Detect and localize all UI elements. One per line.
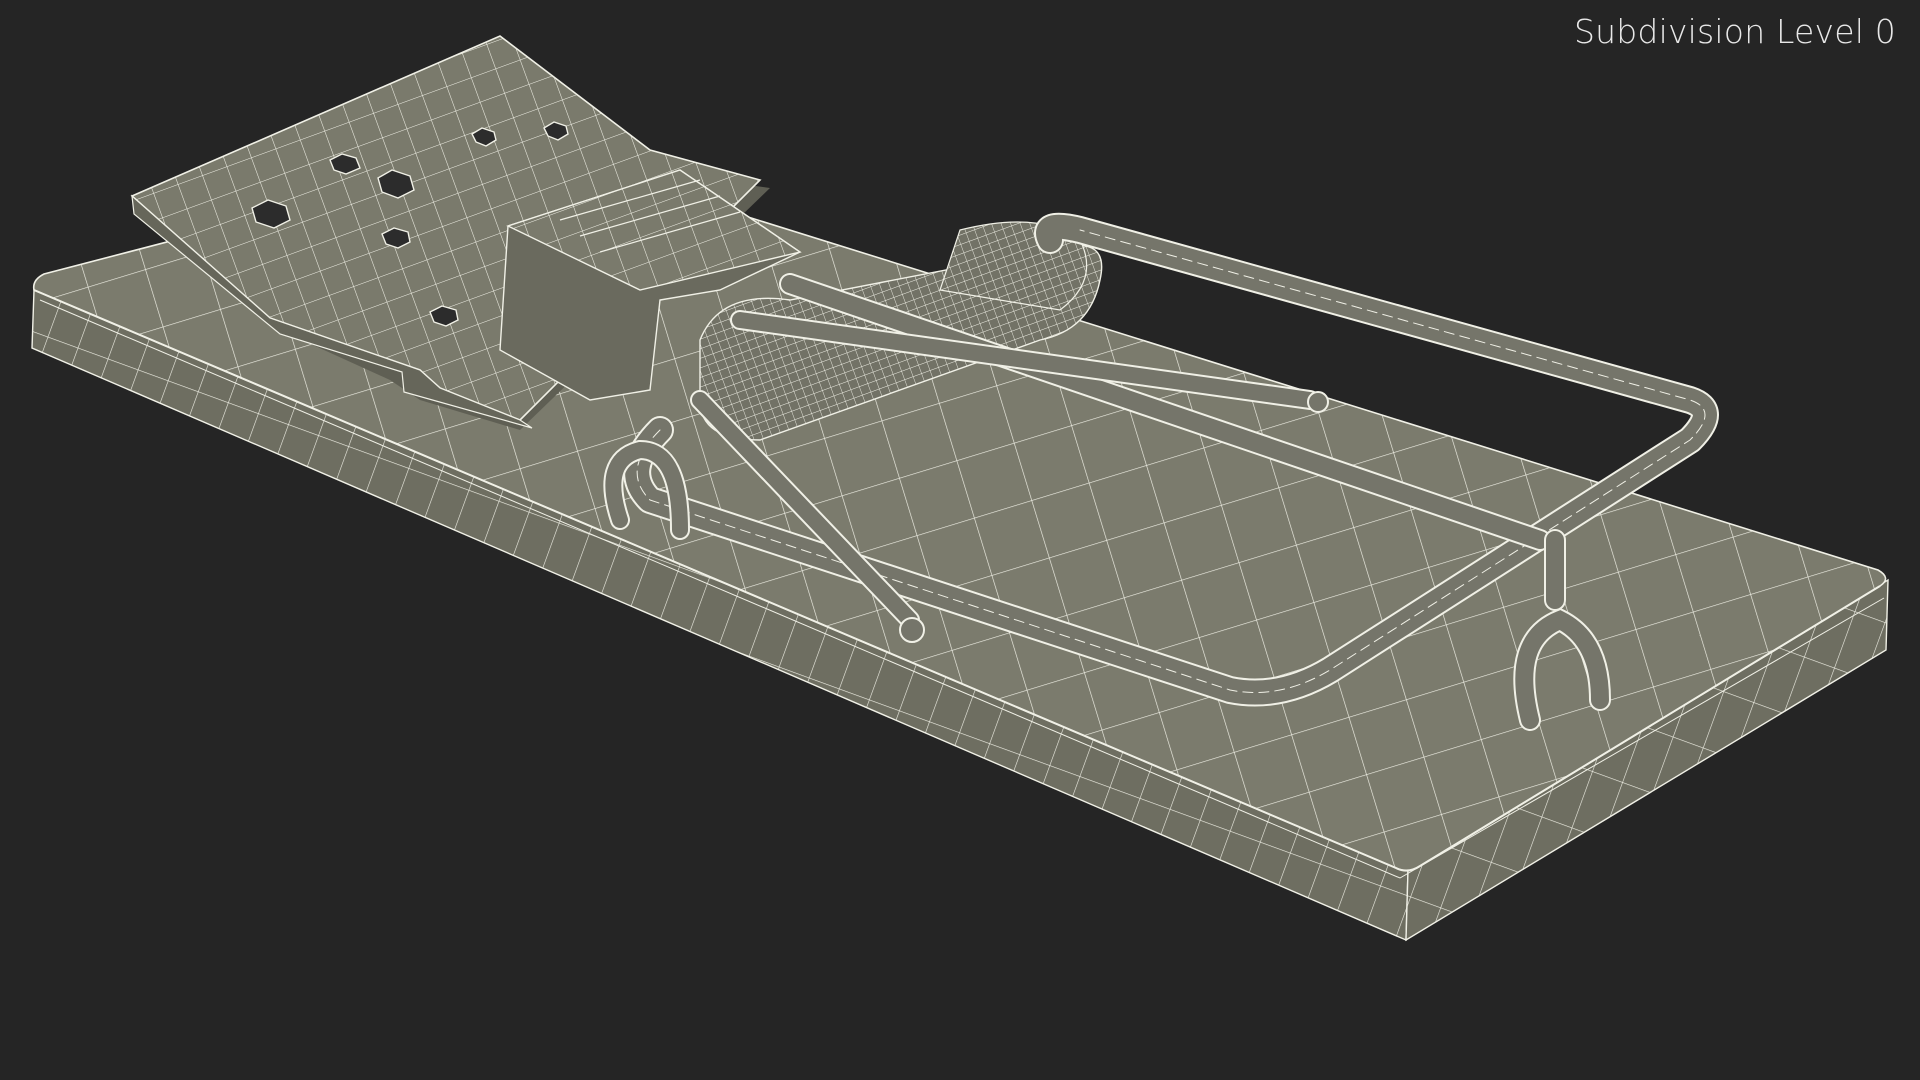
viewport: Subdivision Level 0 [0,0,1920,1080]
mousetrap-model [31,35,1889,942]
